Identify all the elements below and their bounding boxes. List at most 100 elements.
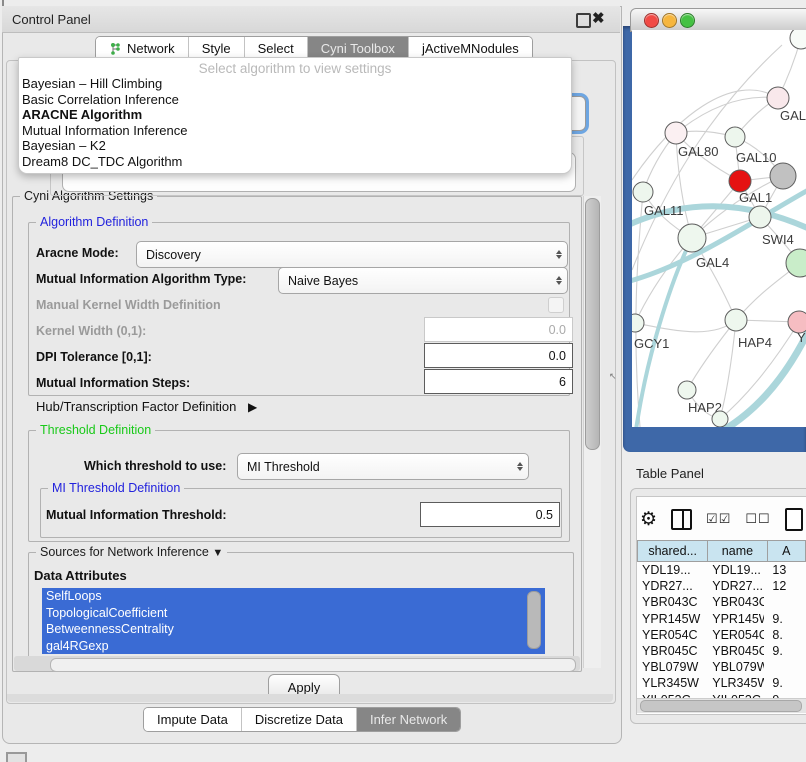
data-attribute-item-selected[interactable]: TopologicalCoefficient: [42, 605, 545, 622]
close-icon[interactable]: ✖: [592, 9, 605, 27]
table-cell: YDR27...: [704, 579, 764, 593]
checked-pair-icon[interactable]: ☑☑: [706, 511, 731, 527]
which-threshold-value: MI Threshold: [238, 460, 512, 474]
kernel-width-input[interactable]: 0.0: [424, 317, 573, 342]
network-node-gal1[interactable]: [729, 170, 751, 192]
aracne-mode-value: Discovery: [137, 248, 551, 262]
settings-hscrollbar-thumb[interactable]: [50, 658, 576, 672]
table-row[interactable]: YBR043CYBR043C: [637, 594, 806, 610]
network-node-gal10[interactable]: [725, 127, 745, 147]
cyni-bottom-tabbar: Impute DataDiscretize DataInfer Network: [143, 707, 461, 732]
which-threshold-label: Which threshold to use:: [84, 459, 226, 473]
columns-icon[interactable]: [671, 509, 692, 530]
document-icon[interactable]: [785, 508, 803, 531]
tab-label: Select: [258, 41, 294, 56]
hub-definition-label: Hub/Transcription Factor Definition: [36, 399, 236, 414]
table-row[interactable]: YDL19...YDL19...13: [637, 562, 806, 578]
aracne-mode-combobox[interactable]: Discovery: [136, 241, 568, 268]
network-node[interactable]: [786, 249, 806, 277]
dpi-tolerance-label: DPI Tolerance [0,1]:: [36, 350, 152, 364]
mi-threshold-input[interactable]: 0.5: [420, 502, 560, 527]
collapsed-panel-icon[interactable]: [6, 752, 27, 762]
table-row[interactable]: YER054CYER054C8.: [637, 627, 806, 643]
algorithm-option[interactable]: Bayesian – Hill Climbing: [19, 76, 571, 92]
table-cell: YBR045C: [637, 644, 704, 658]
algorithm-option[interactable]: ARACNE Algorithm: [19, 107, 571, 123]
hub-definition-toggle[interactable]: Hub/Transcription Factor Definition ▶: [36, 399, 257, 414]
bottom-tab-discretize-data[interactable]: Discretize Data: [242, 708, 357, 731]
minimize-traffic-light-icon[interactable]: [662, 13, 677, 28]
network-node-gal4[interactable]: [678, 224, 706, 252]
network-node-gal11[interactable]: [633, 182, 653, 202]
network-view-canvas[interactable]: GALGAL80GAL10GAL1GAL11SWI4GAL4GCY1YHAP4H…: [632, 30, 806, 427]
network-node-hap2[interactable]: [678, 381, 696, 399]
combo-stepper-icon: [551, 250, 567, 259]
dpi-tolerance-input[interactable]: 0.0: [424, 343, 573, 368]
network-node[interactable]: [770, 163, 796, 189]
table-row[interactable]: YBL079WYBL079W: [637, 659, 806, 675]
algorithm-option[interactable]: Basic Correlation Inference: [19, 92, 571, 108]
data-attributes-label: Data Attributes: [34, 568, 127, 583]
network-node-swi4[interactable]: [749, 206, 771, 228]
network-node-hap4[interactable]: [725, 309, 747, 331]
which-threshold-combobox[interactable]: MI Threshold: [237, 453, 529, 480]
algorithm-option[interactable]: Mutual Information Inference: [19, 123, 571, 139]
data-attribute-item-selected[interactable]: gal4RGexp: [42, 638, 545, 654]
network-edge[interactable]: [635, 320, 736, 332]
column-header-2[interactable]: name: [708, 540, 767, 562]
data-attributes-list[interactable]: SelfLoopsTopologicalCoefficientBetweenne…: [42, 588, 545, 654]
data-attribute-item-selected[interactable]: BetweennessCentrality: [42, 621, 545, 638]
node-label: GAL: [780, 108, 806, 123]
column-header-1[interactable]: shared...: [637, 540, 708, 562]
table-row[interactable]: YPR145WYPR145W9.: [637, 611, 806, 627]
node-label: GAL1: [739, 190, 772, 205]
mi-threshold-label: Mutual Information Threshold:: [46, 508, 227, 522]
network-edge[interactable]: [720, 320, 736, 419]
chevron-down-icon[interactable]: ▼: [212, 547, 223, 559]
gear-icon[interactable]: ⚙: [640, 510, 657, 529]
mi-steps-label: Mutual Information Steps:: [36, 376, 190, 390]
tab-label: Network: [127, 41, 175, 56]
mi-algorithm-type-combobox[interactable]: Naive Bayes: [278, 267, 568, 294]
manual-kernel-width-checkbox[interactable]: [548, 297, 564, 313]
zoom-traffic-light-icon[interactable]: [680, 13, 695, 28]
settings-vscrollbar-thumb[interactable]: [585, 198, 600, 450]
manual-kernel-width-label: Manual Kernel Width Definition: [36, 298, 221, 312]
table-cell: 8.: [764, 628, 806, 642]
splitter-handle[interactable]: ↖: [609, 371, 617, 382]
algorithm-definition-title: Algorithm Definition: [36, 215, 152, 229]
table-panel-title: Table Panel: [636, 466, 704, 481]
float-window-icon[interactable]: [576, 13, 591, 28]
network-node-gal[interactable]: [767, 87, 789, 109]
mi-steps-input[interactable]: 6: [424, 369, 573, 394]
table-row[interactable]: YDR27...YDR27...12: [637, 578, 806, 594]
node-label: Y: [797, 330, 806, 345]
table-hscrollbar-thumb[interactable]: [640, 700, 802, 712]
close-traffic-light-icon[interactable]: [644, 13, 659, 28]
node-label: SWI4: [762, 232, 794, 247]
node-label: HAP4: [738, 335, 772, 350]
algorithm-option[interactable]: Bayesian – K2: [19, 138, 571, 154]
network-window-titlebar[interactable]: [630, 8, 806, 32]
network-node-gal80[interactable]: [665, 122, 687, 144]
network-edge[interactable]: [676, 97, 778, 133]
network-node[interactable]: [790, 30, 806, 49]
network-node[interactable]: [712, 411, 728, 427]
unchecked-pair-icon[interactable]: ☐☐: [745, 511, 770, 527]
table-cell: YDR27...: [637, 579, 704, 593]
table-row[interactable]: YBR045CYBR045C9.: [637, 643, 806, 659]
chevron-right-icon[interactable]: ▶: [248, 400, 257, 414]
table-cell: YPR145W: [704, 612, 764, 626]
bottom-tab-infer-network[interactable]: Infer Network: [357, 708, 460, 731]
data-attribute-item-selected[interactable]: SelfLoops: [42, 588, 545, 605]
column-header-3[interactable]: A: [768, 540, 806, 562]
bottom-tab-impute-data[interactable]: Impute Data: [144, 708, 242, 731]
sources-title-text: Sources for Network Inference: [40, 545, 209, 559]
table-header-row: shared...nameA: [637, 540, 806, 562]
table-row[interactable]: YLR345WYLR345W9.: [637, 675, 806, 691]
network-node-gcy1[interactable]: [632, 314, 644, 332]
control-panel-titlebar[interactable]: [2, 6, 620, 33]
list-scrollbar-thumb[interactable]: [527, 591, 541, 649]
algorithm-option[interactable]: Dream8 DC_TDC Algorithm: [19, 154, 571, 170]
aracne-mode-label: Aracne Mode:: [36, 246, 119, 260]
